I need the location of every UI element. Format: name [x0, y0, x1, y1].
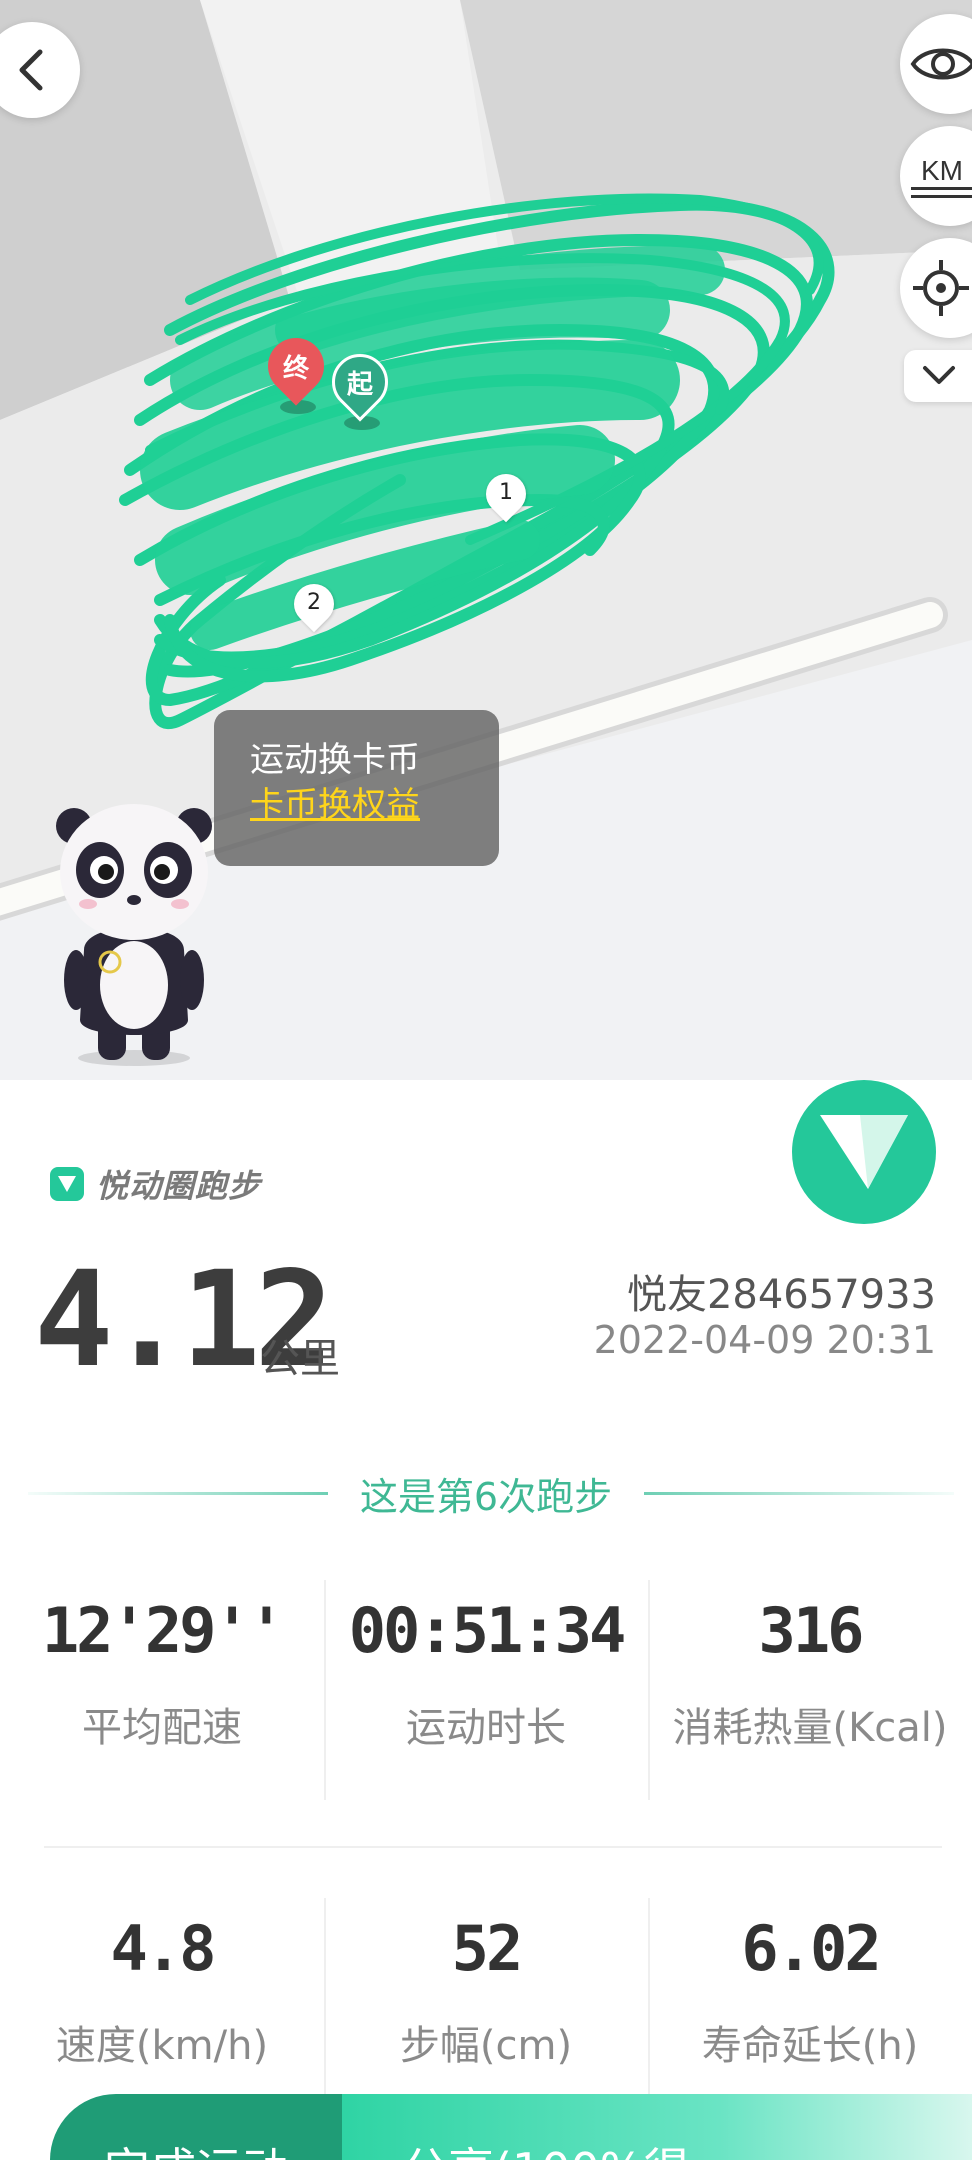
run-datetime: 2022-04-09 20:31 [593, 1318, 936, 1362]
user-id: 悦友284657933 [626, 1272, 936, 1318]
divider-left [28, 1492, 328, 1495]
route-map[interactable]: 终 起 1 2 KM 运动换卡币 卡币换权益 [0, 0, 972, 1080]
stat-calories: 316 消耗热量(Kcal) [648, 1580, 972, 1800]
km-marker-1-label: 1 [499, 480, 513, 505]
km-marker-1: 1 [477, 465, 535, 528]
collapse-controls-button[interactable] [904, 350, 972, 402]
chevron-down-icon [923, 366, 955, 384]
crosshair-icon [913, 260, 969, 316]
stat-label: 步幅(cm) [399, 2023, 573, 2069]
stat-avg-pace: 12'29'' 平均配速 [0, 1580, 324, 1800]
eye-icon [910, 48, 972, 80]
brand-name: 悦动圈跑步 [96, 1167, 262, 1205]
coin-promo-bubble[interactable]: 运动换卡币 卡币换权益 [214, 710, 499, 866]
stat-value: 4.8 [110, 1912, 217, 1985]
end-marker-label: 终 [282, 354, 309, 384]
stat-separator [324, 1580, 326, 1800]
divider-right [644, 1492, 954, 1495]
stat-stride: 52 步幅(cm) [324, 1898, 648, 2118]
stat-value: 6.02 [741, 1912, 881, 1985]
stat-label: 寿命延长(h) [701, 2023, 919, 2069]
stat-separator [324, 1898, 326, 2118]
stat-value: 00:51:34 [348, 1594, 627, 1667]
promo-line1: 运动换卡币 [250, 740, 420, 780]
toggle-visibility-button[interactable] [900, 14, 972, 114]
stat-value: 316 [758, 1594, 865, 1667]
brand-icon [50, 1167, 84, 1201]
bottom-action-bar: 完成运动 分享(100%得 [50, 2094, 972, 2160]
km-marker-2: 2 [285, 575, 343, 638]
run-count-text: 这是第6次跑步 [359, 1475, 613, 1519]
unit-button-label: KM [921, 155, 963, 186]
km-marker-2-label: 2 [307, 590, 321, 615]
stat-value: 12'29'' [41, 1594, 285, 1667]
stat-duration: 00:51:34 运动时长 [324, 1580, 648, 1800]
chevron-left-icon [19, 49, 43, 91]
stat-label: 运动时长 [406, 1705, 566, 1751]
end-marker: 终 [256, 326, 336, 418]
stat-separator [648, 1898, 650, 2118]
distance-unit: 公里 [260, 1336, 340, 1382]
stat-label: 平均配速 [82, 1705, 242, 1751]
panda-mascot[interactable] [48, 800, 220, 1070]
start-marker: 起 [320, 342, 400, 434]
stat-life-extension: 6.02 寿命延长(h) [648, 1898, 972, 2118]
row-separator [44, 1846, 942, 1848]
app-logo-button[interactable] [792, 1080, 936, 1224]
promo-link[interactable]: 卡币换权益 [250, 782, 499, 828]
brand-header: 悦动圈跑步 [50, 1164, 262, 1205]
finish-run-button[interactable]: 完成运动 [50, 2094, 342, 2160]
app-logo-icon [820, 1115, 908, 1189]
stats-row-1: 12'29'' 平均配速 00:51:34 运动时长 316 消耗热量(Kcal… [0, 1580, 972, 1800]
stat-label: 速度(km/h) [55, 2023, 269, 2069]
stat-speed: 4.8 速度(km/h) [0, 1898, 324, 2118]
stat-label: 消耗热量(Kcal) [672, 1705, 948, 1751]
km-icon: KM [911, 151, 972, 201]
stat-separator [648, 1580, 650, 1800]
start-marker-label: 起 [346, 370, 373, 400]
stat-value: 52 [451, 1912, 524, 1985]
share-button[interactable]: 分享(100%得 [342, 2094, 972, 2160]
stats-row-2: 4.8 速度(km/h) 52 步幅(cm) 6.02 寿命延长(h) [0, 1898, 972, 2118]
